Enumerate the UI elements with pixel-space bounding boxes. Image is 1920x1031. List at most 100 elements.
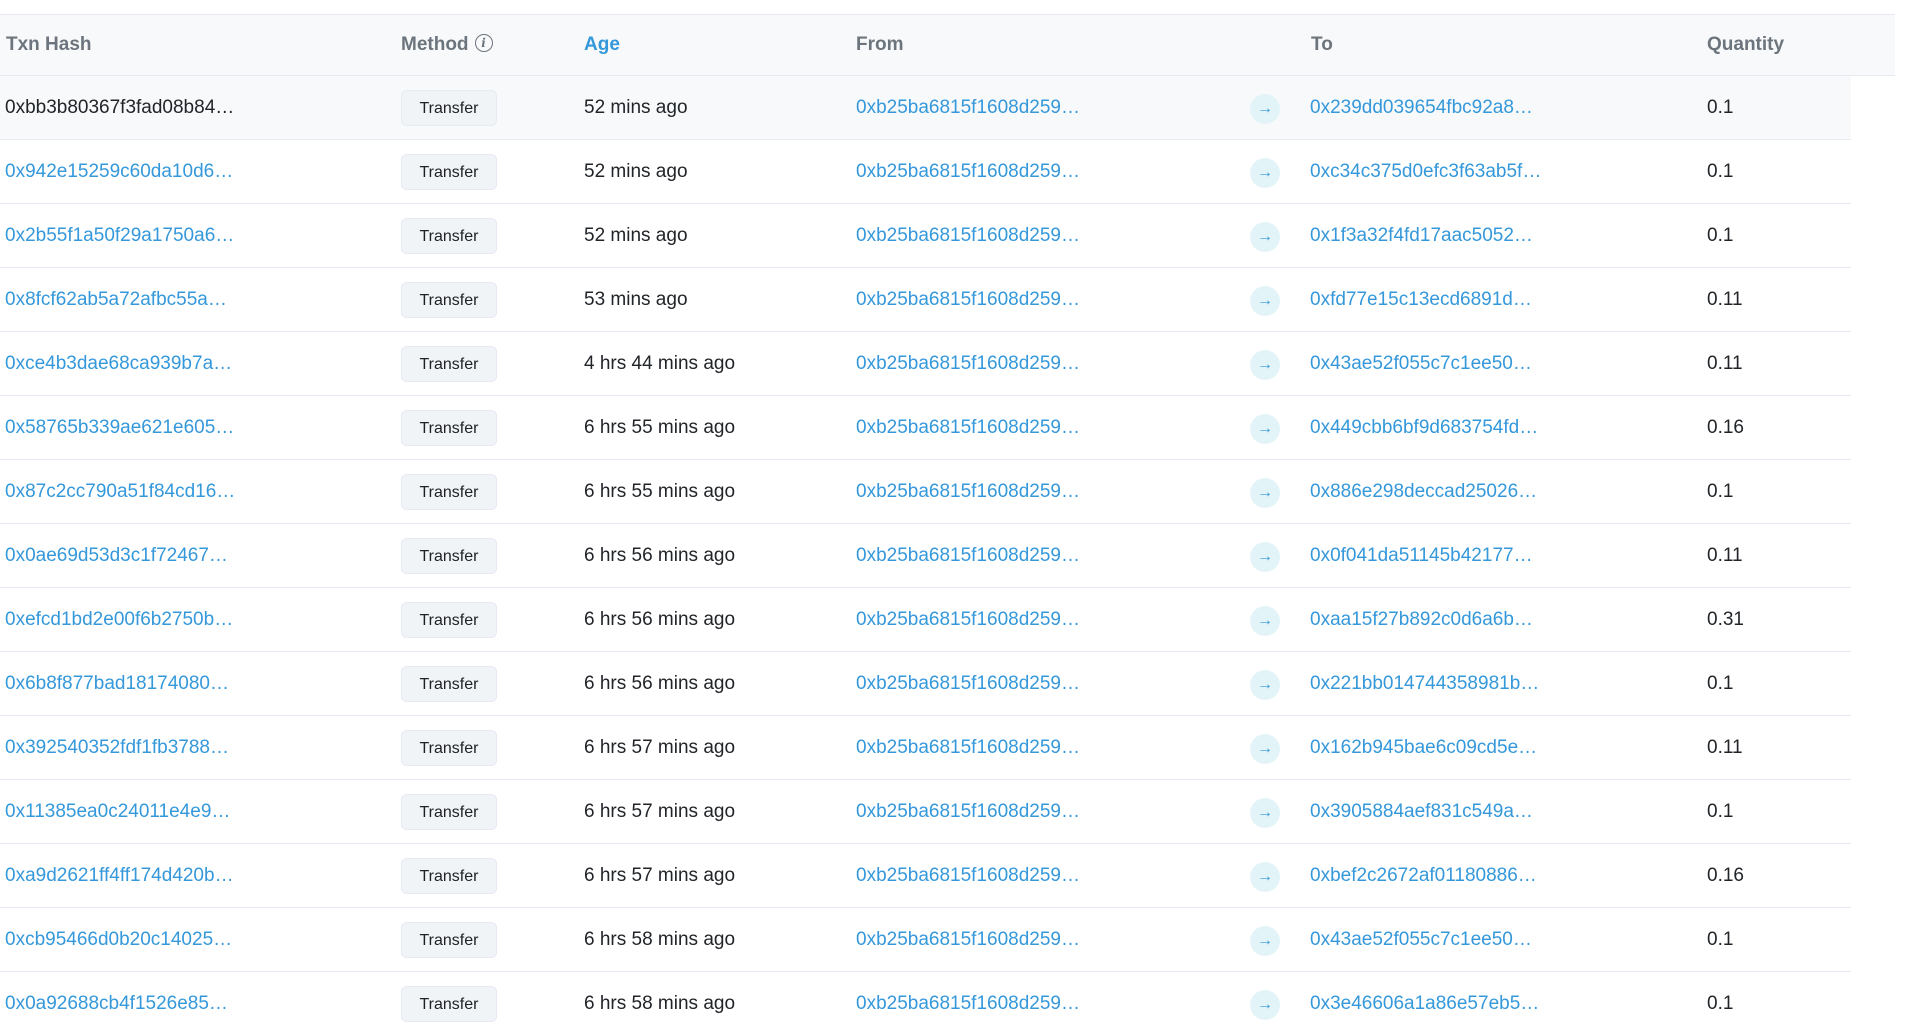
quantity-value: 0.1 (1707, 161, 1734, 182)
to-address-link[interactable]: 0x3905884aef831c549a… (1310, 780, 1690, 843)
quantity-value: 0.16 (1707, 865, 1744, 886)
from-address-link[interactable]: 0xb25ba6815f1608d259… (856, 844, 1216, 907)
from-address-link[interactable]: 0xb25ba6815f1608d259… (856, 140, 1216, 203)
method-badge: Transfer (401, 730, 497, 766)
age-text: 52 mins ago (584, 97, 688, 118)
txn-hash-link[interactable]: 0x11385ea0c24011e4e9… (5, 780, 385, 843)
from-address-link[interactable]: 0xb25ba6815f1608d259… (856, 76, 1216, 139)
header-quantity: Quantity (1707, 34, 1785, 55)
to-address-link[interactable]: 0x1f3a32f4fd17aac5052… (1310, 204, 1690, 267)
table-row: 0xce4b3dae68ca939b7a… Transfer 4 hrs 44 mi… (0, 332, 1851, 396)
table-row: 0x11385ea0c24011e4e9… Transfer 6 hrs 57 mi… (0, 780, 1851, 844)
header-age-sort[interactable]: Age (584, 15, 620, 75)
from-address-link[interactable]: 0xb25ba6815f1608d259… (856, 332, 1216, 395)
method-badge-cell: Transfer (401, 780, 521, 843)
method-badge: Transfer (401, 282, 497, 318)
from-address-link[interactable]: 0xb25ba6815f1608d259… (856, 652, 1216, 715)
method-badge: Transfer (401, 986, 497, 1022)
age-text: 52 mins ago (584, 161, 688, 182)
quantity-value: 0.1 (1707, 993, 1734, 1014)
method-badge: Transfer (401, 154, 497, 190)
txn-hash-link[interactable]: 0xefcd1bd2e00f6b2750b… (5, 588, 385, 651)
arrow-right-icon: → (1250, 542, 1280, 572)
table-row: 0x392540352fdf1fb3788… Transfer 6 hrs 57 m… (0, 716, 1851, 780)
arrow-right-icon-cell: → (1250, 908, 1284, 971)
txn-hash-link[interactable]: 0x392540352fdf1fb3788… (5, 716, 385, 779)
from-address-link[interactable]: 0xb25ba6815f1608d259… (856, 588, 1216, 651)
method-badge: Transfer (401, 410, 497, 446)
txn-hash-link[interactable]: 0x58765b339ae621e605… (5, 396, 385, 459)
header-method: Method i (401, 15, 493, 75)
arrow-right-icon-cell: → (1250, 972, 1284, 1031)
to-address-link[interactable]: 0x3e46606a1a86e57eb5… (1310, 972, 1690, 1031)
from-address-link[interactable]: 0xb25ba6815f1608d259… (856, 268, 1216, 331)
quantity-value: 0.1 (1707, 225, 1734, 246)
method-badge-cell: Transfer (401, 204, 521, 267)
header-method-label: Method (401, 34, 469, 55)
arrow-right-icon: → (1250, 670, 1280, 700)
quantity-value: 0.11 (1707, 353, 1743, 374)
method-badge-cell: Transfer (401, 460, 521, 523)
quantity-value: 0.11 (1707, 737, 1743, 758)
txn-hash-link[interactable]: 0x87c2cc790a51f84cd16… (5, 460, 385, 523)
from-address-link[interactable]: 0xb25ba6815f1608d259… (856, 460, 1216, 523)
method-badge: Transfer (401, 90, 497, 126)
arrow-right-icon-cell: → (1250, 780, 1284, 843)
info-icon[interactable]: i (474, 33, 493, 52)
to-address-link[interactable]: 0x239dd039654fbc92a8… (1310, 76, 1690, 139)
method-badge-cell: Transfer (401, 652, 521, 715)
age-text: 4 hrs 44 mins ago (584, 353, 736, 374)
arrow-right-icon: → (1250, 158, 1280, 188)
method-badge-cell: Transfer (401, 332, 521, 395)
txn-hash-link[interactable]: 0x942e15259c60da10d6… (5, 140, 385, 203)
txn-hash-link[interactable]: 0xa9d2621ff4ff174d420b… (5, 844, 385, 907)
txn-hash-link[interactable]: 0x2b55f1a50f29a1750a6… (5, 204, 385, 267)
from-address-link[interactable]: 0xb25ba6815f1608d259… (856, 908, 1216, 971)
arrow-right-icon: → (1250, 286, 1280, 316)
txn-hash-link[interactable]: 0x8fcf62ab5a72afbc55a… (5, 268, 385, 331)
arrow-right-icon: → (1250, 606, 1280, 636)
to-address-link[interactable]: 0xc34c375d0efc3f63ab5f… (1310, 140, 1690, 203)
table-row: 0x87c2cc790a51f84cd16… Transfer 6 hrs 55 m… (0, 460, 1851, 524)
method-badge-cell: Transfer (401, 716, 521, 779)
arrow-right-icon: → (1250, 798, 1280, 828)
table-row: 0xa9d2621ff4ff174d420b… Transfer 6 hrs 57 … (0, 844, 1851, 908)
arrow-right-icon-cell: → (1250, 716, 1284, 779)
txn-hash-link[interactable]: 0x0ae69d53d3c1f72467… (5, 524, 385, 587)
arrow-right-icon: → (1250, 734, 1280, 764)
from-address-link[interactable]: 0xb25ba6815f1608d259… (856, 716, 1216, 779)
to-address-link[interactable]: 0x43ae52f055c7c1ee50… (1310, 908, 1690, 971)
arrow-right-icon-cell: → (1250, 588, 1284, 651)
header-to: To (1311, 34, 1333, 55)
quantity-value: 0.11 (1707, 545, 1743, 566)
to-address-link[interactable]: 0xbef2c2672af01180886… (1310, 844, 1690, 907)
from-address-link[interactable]: 0xb25ba6815f1608d259… (856, 524, 1216, 587)
from-address-link[interactable]: 0xb25ba6815f1608d259… (856, 780, 1216, 843)
to-address-link[interactable]: 0xfd77e15c13ecd6891d… (1310, 268, 1690, 331)
to-address-link[interactable]: 0x886e298deccad25026… (1310, 460, 1690, 523)
txn-hash-link[interactable]: 0x6b8f877bad18174080… (5, 652, 385, 715)
to-address-link[interactable]: 0x449cbb6bf9d683754fd… (1310, 396, 1690, 459)
from-address-link[interactable]: 0xb25ba6815f1608d259… (856, 204, 1216, 267)
method-badge-cell: Transfer (401, 76, 521, 139)
to-address-link[interactable]: 0x162b945bae6c09cd5e… (1310, 716, 1690, 779)
to-address-link[interactable]: 0x221bb014744358981b… (1310, 652, 1690, 715)
quantity-value: 0.16 (1707, 417, 1744, 438)
from-address-link[interactable]: 0xb25ba6815f1608d259… (856, 972, 1216, 1031)
age-text: 6 hrs 56 mins ago (584, 609, 736, 630)
txn-hash-link[interactable]: 0x0a92688cb4f1526e85… (5, 972, 385, 1031)
to-address-link[interactable]: 0x0f041da51145b42177… (1310, 524, 1690, 587)
from-address-link[interactable]: 0xb25ba6815f1608d259… (856, 396, 1216, 459)
arrow-right-icon-cell: → (1250, 76, 1284, 139)
arrow-right-icon-cell: → (1250, 460, 1284, 523)
to-address-link[interactable]: 0x43ae52f055c7c1ee50… (1310, 332, 1690, 395)
arrow-right-icon-cell: → (1250, 204, 1284, 267)
arrow-right-icon: → (1250, 350, 1280, 380)
quantity-value: 0.1 (1707, 929, 1734, 950)
method-badge-cell: Transfer (401, 268, 521, 331)
arrow-right-icon: → (1250, 862, 1280, 892)
txn-hash-link[interactable]: 0xcb95466d0b20c14025… (5, 908, 385, 971)
to-address-link[interactable]: 0xaa15f27b892c0d6a6b… (1310, 588, 1690, 651)
txn-hash-link[interactable]: 0xce4b3dae68ca939b7a… (5, 332, 385, 395)
quantity-value: 0.1 (1707, 673, 1734, 694)
